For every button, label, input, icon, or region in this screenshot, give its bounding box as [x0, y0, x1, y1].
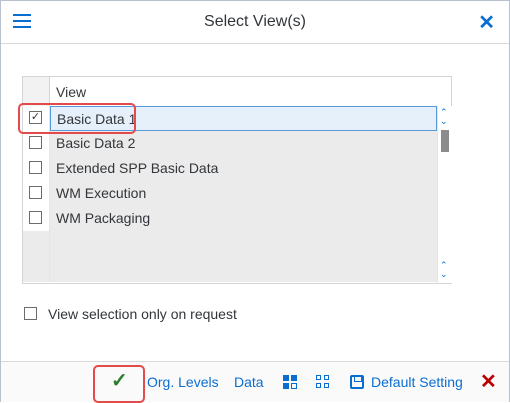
dialog-title: Select View(s): [204, 13, 306, 30]
row-checkbox[interactable]: [29, 161, 42, 174]
table-row[interactable]: Extended SPP Basic Data: [23, 156, 437, 182]
highlight-box-basic-data-1: [18, 103, 136, 134]
row-checkbox[interactable]: [29, 186, 42, 199]
highlight-box-ok: [93, 365, 145, 403]
select-all-icon[interactable]: [283, 375, 299, 391]
deselect-all-icon[interactable]: [316, 375, 332, 391]
table-row[interactable]: WM Execution: [23, 181, 437, 207]
table-row[interactable]: Basic Data 2: [23, 131, 437, 157]
row-selector[interactable]: [23, 206, 50, 231]
vertical-scrollbar[interactable]: ⌃ ⌄ ⌃ ⌄: [437, 106, 452, 283]
save-icon[interactable]: [350, 375, 364, 389]
cancel-icon[interactable]: ✕: [480, 369, 497, 394]
row-checkbox[interactable]: [29, 211, 42, 224]
scroll-down-icon[interactable]: ⌄: [440, 117, 448, 126]
default-setting-button[interactable]: Default Setting: [371, 374, 463, 390]
column-header-view: View: [56, 84, 87, 100]
empty-row: [23, 231, 437, 257]
row-checkbox[interactable]: [29, 136, 42, 149]
scroll-down-icon[interactable]: ⌄: [440, 270, 448, 279]
select-views-dialog: Select View(s) ✕ View ✓ Basic Data 1 Bas…: [0, 0, 510, 403]
option-label: View selection only on request: [48, 306, 237, 322]
select-all-column[interactable]: [23, 77, 50, 106]
row-selector[interactable]: [23, 156, 50, 181]
option-checkbox[interactable]: [24, 307, 37, 320]
row-selector[interactable]: [23, 131, 50, 156]
empty-row: [23, 256, 437, 283]
data-button[interactable]: Data: [234, 374, 264, 390]
table-row[interactable]: WM Packaging: [23, 206, 437, 232]
view-label: WM Packaging: [56, 210, 151, 226]
row-selector[interactable]: [23, 181, 50, 206]
view-label: Basic Data 2: [56, 135, 136, 151]
close-icon[interactable]: ✕: [478, 10, 495, 35]
view-label: Extended SPP Basic Data: [56, 160, 219, 176]
dialog-header: Select View(s) ✕: [1, 1, 509, 44]
dialog-footer: ✓ Org. Levels Data Default Setting ✕: [1, 361, 509, 402]
org-levels-button[interactable]: Org. Levels: [147, 374, 219, 390]
view-label: WM Execution: [56, 185, 147, 201]
scroll-thumb[interactable]: [441, 130, 449, 152]
